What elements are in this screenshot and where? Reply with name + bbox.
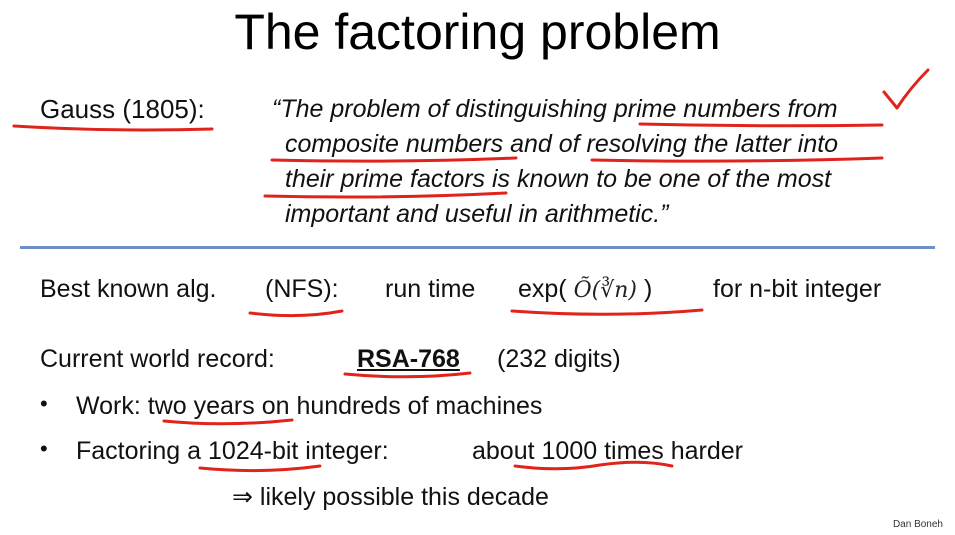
nfs-suffix: for n-bit integer	[713, 275, 882, 303]
record-name: RSA-768	[357, 345, 460, 373]
bullet-work: Work: two years on hundreds of machines	[76, 392, 543, 420]
nfs-row: Best known alg. (NFS): run time exp( Õ(∛…	[0, 272, 955, 306]
formula-prefix: exp(	[518, 275, 567, 303]
gauss-label: Gauss (1805):	[40, 94, 205, 124]
underline-gauss	[12, 124, 214, 132]
bullet-dot: •	[40, 436, 48, 461]
bullet-factoring-harder: about 1000 times harder	[472, 437, 744, 465]
quote-line: their prime factors is known to be one o…	[285, 165, 832, 193]
slide-title: The factoring problem	[234, 4, 721, 60]
formula-suffix: )	[643, 275, 653, 303]
underline-nfs	[248, 309, 344, 318]
section-divider	[20, 246, 935, 249]
implication-line: ⇒ likely possible this decade	[232, 483, 549, 511]
quote-line: “The problem of distinguishing prime num…	[272, 95, 838, 123]
record-digits: (232 digits)	[497, 345, 621, 373]
bullet-factoring: Factoring a 1024-bit integer:	[76, 437, 389, 465]
quote-line: important and useful in arithmetic.”	[285, 200, 669, 228]
checkmark	[882, 68, 930, 110]
record-row: Current world record: RSA-768 (232 digit…	[0, 342, 955, 376]
best-alg-label: Best known alg.	[40, 275, 217, 303]
record-label: Current world record:	[40, 345, 275, 373]
quote-line: composite numbers and of resolving the l…	[285, 130, 839, 158]
formula-body: Õ(∛n)	[573, 278, 637, 303]
nfs-label: (NFS):	[265, 275, 339, 303]
bullet-dot: •	[40, 391, 48, 416]
runtime-formula: exp( Õ(∛n) )	[518, 272, 652, 308]
runtime-label: run time	[385, 275, 476, 303]
author-credit: Dan Boneh	[892, 519, 943, 530]
underline-exp	[510, 308, 704, 316]
